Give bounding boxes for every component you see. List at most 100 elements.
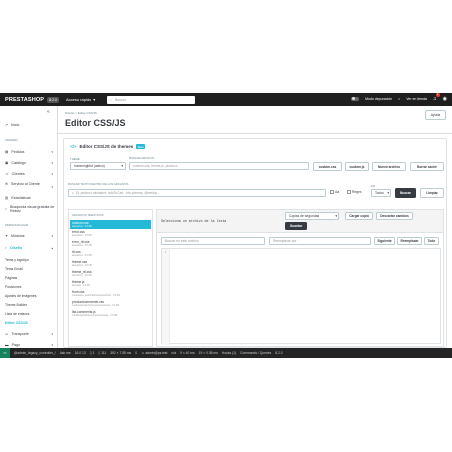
route-text: @admin_legacy_controller_/ bbox=[13, 351, 56, 355]
search-icon: ⌕ bbox=[5, 207, 8, 211]
file-item[interactable]: front.css modules/ps_searchbar/views/css/… bbox=[72, 290, 120, 297]
sidebar-subitem-email-theme[interactable]: Tema Email bbox=[5, 267, 23, 271]
sidebar-subitem-image-settings[interactable]: Ajustes de imágenes bbox=[5, 294, 36, 298]
scope-select[interactable]: Todos ▾ bbox=[371, 189, 391, 197]
new-file-button[interactable]: Nuevo archivo bbox=[372, 162, 406, 171]
code-editor[interactable]: 1 bbox=[161, 248, 441, 345]
file-search-input[interactable]: custom.css, theme.js, product... bbox=[129, 162, 309, 170]
file-item[interactable]: rtl.css assets/css · 0.0 KB bbox=[72, 250, 92, 257]
time-segment[interactable]: 16.0 13 bbox=[75, 351, 86, 355]
discard-changes-button[interactable]: Descartar cambios bbox=[376, 212, 413, 220]
sidebar-item-customer-service[interactable]: ✉ Servicio al Cliente bbox=[5, 182, 41, 186]
design-icon: ◐ bbox=[5, 246, 8, 250]
editor-toolbar: Selecciona un archivo de la lista Copias… bbox=[157, 210, 443, 233]
hooks-segment[interactable]: Hooks (1) bbox=[222, 351, 236, 355]
sidebar-item-shipping[interactable]: ▭ Transporte bbox=[5, 332, 29, 336]
sidebar-subitem-positions[interactable]: Posiciones bbox=[5, 285, 21, 289]
query-segment[interactable]: 19 × 0.36 ms bbox=[199, 351, 218, 355]
regex-checkbox[interactable]: Regex bbox=[347, 190, 362, 194]
breadcrumb[interactable]: Diseño > Editor CSS/JS bbox=[65, 111, 97, 115]
sidebar-item-payment[interactable]: ▬ Pago bbox=[5, 343, 20, 347]
stats-icon: ▥ bbox=[5, 196, 9, 200]
file-item[interactable]: error_rtl.css assets/css · 0.0 KB bbox=[72, 240, 92, 247]
sidebar-item-customers[interactable]: ☺ Clientes bbox=[5, 172, 25, 176]
route-segment[interactable]: @admin_legacy_controller_/ bbox=[14, 351, 56, 355]
sidebar-item-home[interactable]: ↗ Inicio bbox=[5, 123, 19, 127]
encoding-segment[interactable]: Ask me bbox=[60, 351, 71, 355]
file-item[interactable]: productcomments.css modules/productcommen… bbox=[72, 300, 119, 307]
orders-icon: ▤ bbox=[5, 150, 9, 154]
find-input[interactable]: Buscar en este archivo bbox=[161, 237, 265, 245]
catalog-icon: ▣ bbox=[5, 161, 9, 165]
file-item[interactable]: theme.js assets/js · 0.0 KB bbox=[72, 280, 90, 287]
file-name: theme.js bbox=[72, 280, 85, 284]
sidebar: « ↗ Inicio VENDER ▤ Pedidos ▾ ▣ Catálogo ▾ … bbox=[0, 106, 58, 348]
sidebar-subitem-theme-builder[interactable]: Theme Builder bbox=[5, 303, 27, 307]
sidebar-item-modules[interactable]: ✦ Módulos bbox=[5, 234, 25, 238]
search-input[interactable]: ⌕ Buscar bbox=[107, 95, 195, 104]
commands-segment[interactable]: Commands / Queries bbox=[240, 351, 271, 355]
sidebar-subitem-link-list[interactable]: Lista de enlaces bbox=[5, 312, 30, 316]
file-name: front.css bbox=[72, 290, 85, 294]
user-segment[interactable]: ☺ admin@ps.test bbox=[141, 351, 167, 355]
file-meta: modules/productcomments/views/js · 0.0 K… bbox=[72, 314, 118, 317]
backup-select[interactable]: Copias de seguridad ▾ bbox=[285, 212, 339, 220]
avatar[interactable]: ◉ bbox=[443, 96, 447, 102]
card-title: </> Editor CSS/JS de themes Beta bbox=[70, 144, 146, 149]
sidebar-subitem-theme[interactable]: Tema y logotipo bbox=[5, 258, 29, 262]
line-gutter: 1 bbox=[162, 249, 170, 345]
sidebar-item-catalog[interactable]: ▣ Catálogo bbox=[5, 161, 26, 165]
version-badge: 8.2.0 bbox=[47, 96, 59, 103]
sidebar-item-label: Pedidos bbox=[11, 150, 25, 154]
bell-icon[interactable]: ♫ 1 bbox=[433, 92, 440, 102]
file-item[interactable]: error.css assets/css · 0.0 KB bbox=[72, 230, 92, 237]
help-button[interactable]: Ayuda bbox=[425, 110, 446, 120]
count-segment[interactable]: ▯ 1 bbox=[90, 351, 95, 355]
count-segment[interactable]: 0 bbox=[135, 351, 137, 355]
collapse-sidebar-icon[interactable]: « bbox=[47, 109, 50, 115]
chevron-down-icon: ▾ bbox=[51, 172, 53, 176]
debug-toggle[interactable] bbox=[351, 96, 360, 101]
remote-indicator[interactable]: >< bbox=[0, 348, 10, 358]
editor-card: </> Editor CSS/JS de themes Beta THEME h… bbox=[63, 138, 447, 348]
case-sensitive-checkbox[interactable]: Aa bbox=[330, 190, 339, 194]
version-segment[interactable]: 8.2.0 bbox=[275, 351, 282, 355]
load-copy-button[interactable]: Cargar copia bbox=[345, 212, 373, 220]
custom-js-button[interactable]: custom.js bbox=[345, 162, 369, 171]
file-item[interactable]: theme.css assets/css · 0.0 KB bbox=[72, 260, 92, 267]
chevron-up-icon: ▴ bbox=[51, 246, 53, 250]
file-item[interactable]: custom.css assets/css · 0.0 KB bbox=[70, 220, 151, 229]
editor-message: Selecciona un archivo de la lista bbox=[161, 219, 227, 223]
content-search-input[interactable]: ⌕ Ej: product-miniature, addToCart, .btn-… bbox=[68, 189, 326, 197]
clear-button[interactable]: Limpiar bbox=[420, 188, 444, 198]
sidebar-subitem-pages[interactable]: Páginas bbox=[5, 276, 17, 280]
replace-button[interactable]: Reemplazar bbox=[397, 237, 422, 245]
count-segment[interactable]: ▯ 111 bbox=[98, 351, 106, 355]
theme-select[interactable]: hummingbird (activo) ▾ bbox=[70, 162, 126, 170]
db-segment[interactable]: 9 × 40 ms bbox=[180, 351, 195, 355]
view-store-link[interactable]: Ver en tienda bbox=[406, 97, 427, 101]
find-next-button[interactable]: Siguiente bbox=[374, 237, 395, 245]
save-button[interactable]: Guardar bbox=[285, 222, 307, 230]
replace-input[interactable]: Reemplazar por bbox=[269, 237, 371, 245]
quick-access-menu[interactable]: Acceso rápido ▾ bbox=[66, 97, 95, 102]
replace-all-button[interactable]: Todo bbox=[424, 237, 439, 245]
sidebar-subitem-css-js-editor[interactable]: Editor CSS/JS bbox=[5, 321, 28, 325]
theme-label: THEME bbox=[70, 157, 80, 161]
sidebar-item-stats[interactable]: ▥ Estadísticas bbox=[5, 196, 31, 200]
file-item[interactable]: list-comments.js modules/productcomments/… bbox=[72, 310, 117, 317]
clear-cache-button[interactable]: Borrar caché bbox=[410, 162, 444, 171]
search-button[interactable]: Buscar bbox=[395, 188, 416, 198]
sidebar-item-orders[interactable]: ▤ Pedidos bbox=[5, 150, 24, 154]
card-icon: ▬ bbox=[5, 343, 9, 347]
file-item[interactable]: theme_rtl.css assets/css · 0.0 KB bbox=[72, 270, 92, 277]
custom-css-button[interactable]: custom.css bbox=[313, 162, 342, 171]
content-search-placeholder: Ej: product-miniature, addToCart, .btn-p… bbox=[75, 191, 160, 195]
file-list-panel: ARCHIVOS TEMÁTICOS custom.css assets/css … bbox=[68, 209, 153, 347]
truck-icon: ▭ bbox=[5, 332, 9, 336]
cache-segment[interactable]: n/a bbox=[171, 351, 176, 355]
logo[interactable]: PRESTASHOP bbox=[5, 97, 44, 103]
memory-segment[interactable]: 392 × 7.55 ms bbox=[110, 351, 131, 355]
sidebar-item-design[interactable]: ◐ Diseño bbox=[5, 246, 22, 250]
sidebar-item-visual-search[interactable]: ⌕ Búsqueda visual gratuita de Rekviz bbox=[5, 205, 55, 213]
